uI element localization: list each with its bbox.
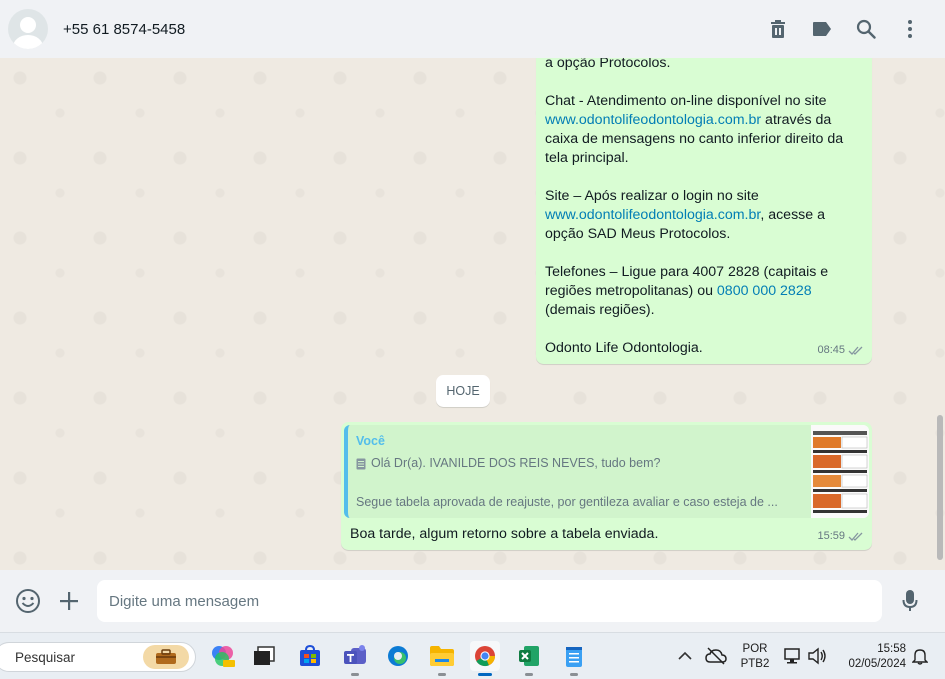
trash-icon[interactable] — [763, 14, 793, 44]
search-icon[interactable] — [851, 14, 881, 44]
message-text: Chat - Atendimento on-line disponível no… — [545, 93, 844, 166]
site-link[interactable]: www.odontolifeodontologia.com.br — [545, 207, 760, 223]
taskbar-search[interactable]: Pesquisar — [0, 642, 196, 672]
clock[interactable]: 15:58 02/05/2024 — [836, 642, 906, 672]
volume-icon[interactable] — [802, 641, 832, 671]
clock-time: 15:58 — [877, 643, 906, 655]
file-explorer-icon[interactable] — [427, 641, 457, 676]
quote-author: Você — [356, 434, 385, 448]
message-meta: 15:59 — [817, 527, 864, 546]
chat-header: +55 61 8574-5458 — [0, 0, 945, 58]
store-icon[interactable] — [295, 641, 325, 671]
quote-line: Segue tabela aprovada de reajuste, por g… — [356, 495, 778, 509]
double-check-icon — [848, 346, 863, 355]
message-bubble-outgoing[interactable]: a opção Protocolos. Chat - Atendimento o… — [536, 58, 872, 364]
message-meta: 08:45 — [817, 341, 864, 360]
message-signature: Odonto Life Odontologia. — [545, 340, 703, 356]
attach-plus-icon[interactable] — [54, 586, 84, 616]
emoji-icon[interactable] — [13, 586, 43, 616]
message-input[interactable] — [97, 580, 882, 622]
menu-icon[interactable] — [895, 14, 925, 44]
chrome-icon[interactable] — [470, 641, 500, 676]
avatar[interactable] — [8, 9, 48, 49]
message-text: Boa tarde, algum retorno sobre a tabela … — [350, 526, 659, 542]
document-icon — [356, 458, 366, 469]
copilot-icon[interactable] — [208, 641, 238, 671]
quote-line: Olá Dr(a). IVANILDE DOS REIS NEVES, tudo… — [356, 454, 660, 473]
header-actions — [763, 14, 925, 44]
site-link[interactable]: www.odontolifeodontologia.com.br — [545, 112, 761, 128]
notification-bell-icon[interactable] — [905, 641, 935, 671]
label-icon[interactable] — [807, 14, 837, 44]
language-code: POR — [742, 643, 768, 655]
message-composer — [0, 570, 945, 632]
quoted-message[interactable]: Você Olá Dr(a). IVANILDE DOS REIS NEVES,… — [344, 425, 869, 518]
message-text: Site – Após realizar o login no site www.… — [545, 188, 825, 242]
notepad-icon[interactable] — [559, 641, 589, 676]
phone-link[interactable]: 0800 000 2828 — [717, 283, 812, 299]
briefcase-icon — [143, 645, 189, 669]
keyboard-layout: PTB2 — [740, 658, 770, 670]
document-thumbnail[interactable] — [811, 425, 869, 518]
language-indicator[interactable]: POR PTB2 — [738, 642, 772, 672]
excel-icon[interactable] — [514, 641, 544, 676]
message-time: 15:59 — [817, 530, 845, 542]
microphone-icon[interactable] — [895, 586, 925, 616]
message-text: Telefones – Ligue para 4007 2828 (capita… — [545, 264, 829, 318]
windows-taskbar: Pesquisar POR PTB2 15:58 02/05/2024 — [0, 632, 945, 679]
chat-area[interactable]: a opção Protocolos. Chat - Atendimento o… — [0, 58, 945, 570]
message-text: a opção Protocolos. — [545, 58, 671, 71]
date-separator: HOJE — [436, 375, 490, 407]
task-view-icon[interactable] — [249, 641, 279, 671]
message-time: 08:45 — [817, 344, 845, 356]
contact-name[interactable]: +55 61 8574-5458 — [63, 21, 185, 38]
double-check-icon — [848, 532, 863, 541]
edge-icon[interactable] — [383, 641, 413, 671]
taskbar-search-label: Pesquisar — [15, 649, 76, 665]
chat-scrollbar[interactable] — [937, 415, 943, 560]
cloud-offline-icon[interactable] — [701, 641, 731, 671]
teams-icon[interactable] — [340, 641, 370, 676]
message-bubble-outgoing[interactable]: Você Olá Dr(a). IVANILDE DOS REIS NEVES,… — [341, 422, 872, 550]
clock-date: 02/05/2024 — [848, 658, 906, 670]
chevron-up-icon[interactable] — [670, 641, 700, 671]
